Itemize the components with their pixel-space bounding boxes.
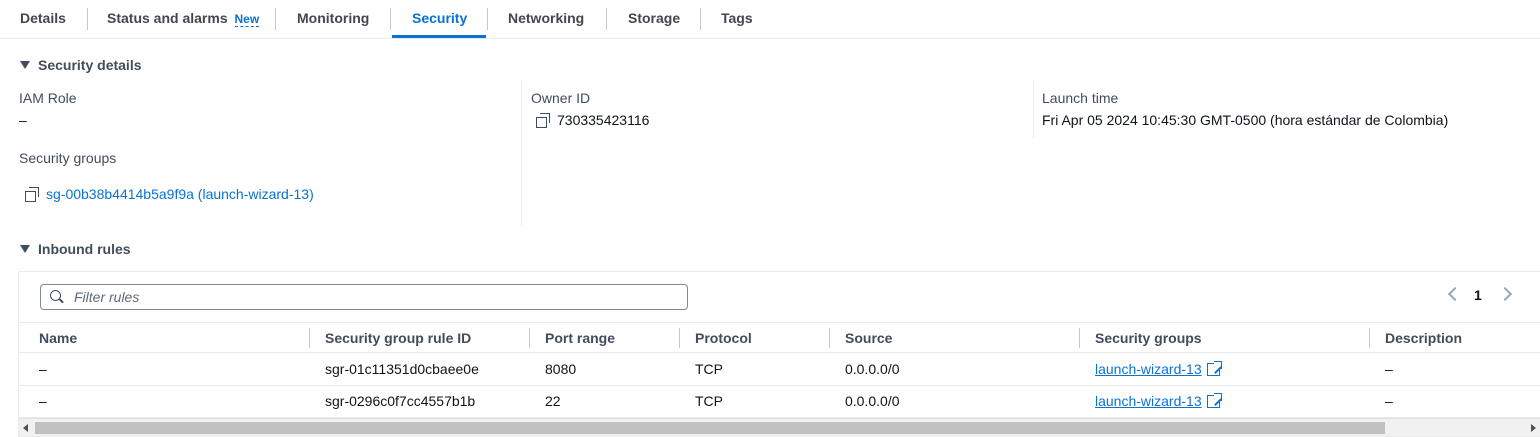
cell-port-range: 8080 — [545, 361, 577, 377]
table-row: – sgr-01c11351d0cbaee0e 8080 TCP 0.0.0.0… — [19, 354, 1540, 386]
column-resizer[interactable] — [679, 328, 680, 348]
table-header: Name Security group rule ID Port range P… — [19, 322, 1540, 353]
column-resizer[interactable] — [1079, 328, 1080, 348]
security-groups-label: Security groups — [19, 150, 117, 166]
cell-source: 0.0.0.0/0 — [845, 361, 900, 377]
scrollbar-thumb[interactable] — [35, 422, 1385, 434]
new-badge: New — [234, 12, 260, 27]
launch-time-value: Fri Apr 05 2024 10:45:30 GMT-0500 (hora … — [1042, 112, 1449, 128]
horizontal-scrollbar[interactable] — [19, 418, 1540, 436]
column-resizer[interactable] — [309, 328, 310, 348]
cell-rule-id: sgr-0296c0f7cc4557b1b — [325, 393, 476, 409]
security-group-external-link[interactable]: launch-wizard-13 — [1095, 361, 1202, 377]
filter-rules-input[interactable] — [74, 288, 674, 306]
security-group-link[interactable]: sg-00b38b4414b5a9f9a (launch-wizard-13) — [46, 186, 314, 202]
inbound-rules-header: Inbound rules — [38, 241, 131, 257]
tab-status-and-alarms[interactable]: Status and alarms New — [107, 0, 260, 38]
column-header-description[interactable]: Description — [1385, 323, 1462, 353]
caret-down-icon — [20, 245, 30, 254]
column-divider — [521, 80, 522, 227]
cell-port-range: 22 — [545, 393, 561, 409]
column-header-source[interactable]: Source — [845, 323, 892, 353]
cell-rule-id: sgr-01c11351d0cbaee0e — [325, 361, 479, 377]
copy-icon[interactable] — [25, 187, 39, 203]
cell-protocol: TCP — [695, 361, 723, 377]
tab-separator — [487, 8, 488, 30]
next-page-icon[interactable] — [1497, 286, 1513, 302]
search-icon — [50, 290, 64, 304]
cell-security-group: launch-wizard-13 — [1095, 354, 1222, 385]
owner-id-label: Owner ID — [531, 90, 591, 106]
security-details-header: Security details — [38, 57, 142, 73]
column-resizer[interactable] — [529, 328, 530, 348]
tab-status-and-alarms-label: Status and alarms — [107, 10, 228, 26]
active-tab-indicator — [392, 35, 486, 38]
scroll-left-icon[interactable] — [23, 424, 28, 432]
instance-tabs: Details Status and alarms New Monitoring… — [0, 0, 1540, 39]
column-header-protocol[interactable]: Protocol — [695, 323, 752, 353]
column-header-name[interactable]: Name — [39, 323, 77, 353]
tab-separator — [700, 8, 701, 30]
previous-page-icon[interactable] — [1447, 286, 1463, 302]
tab-separator — [390, 8, 391, 30]
caret-down-icon — [20, 61, 30, 70]
tab-details[interactable]: Details — [20, 0, 66, 38]
inbound-rules-toggle[interactable]: Inbound rules — [20, 239, 131, 259]
tab-tags[interactable]: Tags — [721, 0, 753, 38]
tab-separator — [275, 8, 276, 30]
cell-name: – — [39, 361, 47, 377]
cell-description: – — [1385, 361, 1393, 377]
page-number[interactable]: 1 — [1474, 287, 1482, 303]
iam-role-value: – — [19, 112, 27, 128]
security-details-toggle[interactable]: Security details — [20, 55, 142, 75]
cell-security-group: launch-wizard-13 — [1095, 386, 1222, 417]
table-row: – sgr-0296c0f7cc4557b1b 22 TCP 0.0.0.0/0… — [19, 386, 1540, 418]
iam-role-label: IAM Role — [19, 90, 77, 106]
scroll-right-icon[interactable] — [1531, 424, 1536, 432]
cell-source: 0.0.0.0/0 — [845, 393, 900, 409]
inbound-rules-table: 1 Name Security group rule ID Port range… — [18, 271, 1540, 437]
column-header-security-groups[interactable]: Security groups — [1095, 323, 1202, 353]
tab-storage[interactable]: Storage — [628, 0, 680, 38]
external-link-icon[interactable] — [1206, 392, 1222, 408]
external-link-icon[interactable] — [1206, 360, 1222, 376]
column-header-port-range[interactable]: Port range — [545, 323, 615, 353]
tab-separator — [87, 8, 88, 30]
launch-time-label: Launch time — [1042, 90, 1119, 106]
cell-description: – — [1385, 393, 1393, 409]
tab-networking[interactable]: Networking — [508, 0, 584, 38]
security-group-link-container: sg-00b38b4414b5a9f9a (launch-wizard-13) — [25, 185, 314, 203]
tab-separator — [606, 8, 607, 30]
copy-icon[interactable] — [536, 113, 550, 129]
column-header-rule-id[interactable]: Security group rule ID — [325, 323, 471, 353]
cell-protocol: TCP — [695, 393, 723, 409]
column-resizer[interactable] — [829, 328, 830, 348]
security-group-external-link[interactable]: launch-wizard-13 — [1095, 393, 1202, 409]
cell-name: – — [39, 393, 47, 409]
owner-id-value: 730335423116 — [557, 112, 650, 128]
column-resizer[interactable] — [1369, 328, 1370, 348]
column-divider — [1033, 80, 1034, 138]
tab-monitoring[interactable]: Monitoring — [297, 0, 369, 38]
filter-rules-field[interactable] — [40, 284, 688, 310]
tab-security[interactable]: Security — [412, 0, 467, 38]
owner-id-value-container: 730335423116 — [536, 111, 649, 129]
